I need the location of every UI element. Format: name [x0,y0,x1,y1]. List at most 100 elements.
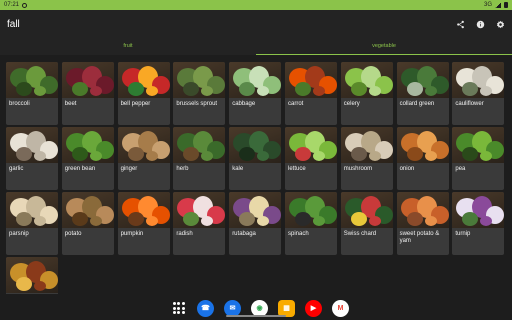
vegetable-label: cabbage [232,101,256,107]
youtube-icon[interactable]: ▶ [305,299,322,317]
vegetable-label: celery [343,101,360,107]
vegetable-label: herb [176,166,189,172]
vegetable-card[interactable]: pumpkin [117,192,170,255]
vegetable-image [396,127,449,163]
vegetable-label: potato [64,231,82,237]
status-time: 07:21 [4,2,20,8]
vegetable-image [117,62,170,98]
tab-fruit[interactable]: fruit [0,38,256,55]
calculator-icon[interactable]: ▦ [278,299,295,317]
vegetable-label: garlic [9,166,24,172]
vegetable-card[interactable]: onion [396,127,449,190]
vegetable-image [173,62,226,98]
vegetable-label: cauliflower [455,101,484,107]
vegetable-card[interactable]: green bean [61,127,114,190]
vegetable-label: parsnip [9,231,29,237]
vegetable-card[interactable]: collard green [396,62,449,125]
vegetable-label: lettuce [287,166,306,172]
messages-icon[interactable]: ✉ [224,299,241,317]
tab-vegetable[interactable]: vegetable [256,38,512,55]
page-title: fall [7,18,20,30]
vegetable-card[interactable]: sweet potato & yam [396,192,449,255]
vegetable-label: sweet potato & yam [399,231,440,244]
vegetable-card[interactable]: celery [340,62,393,125]
vegetable-card[interactable]: cabbage [229,62,282,125]
vegetable-label: turnip [455,231,471,237]
vegetable-card[interactable]: Swiss chard [340,192,393,255]
vegetable-image [340,192,393,228]
vegetable-image [396,192,449,228]
share-icon[interactable] [455,19,465,29]
home-handle[interactable] [226,315,286,317]
vegetable-image [340,127,393,163]
vegetable-image [6,192,58,228]
vegetable-label: kale [232,166,244,172]
vegetable-image [284,192,337,228]
vegetable-card[interactable]: garlic [6,127,58,190]
vegetable-image [61,127,114,163]
vegetable-label: Swiss chard [343,231,377,237]
vegetable-card[interactable]: parsnip [6,192,58,255]
vegetable-card[interactable]: kale [229,127,282,190]
vegetable-label: onion [399,166,415,172]
vegetable-label: beet [64,101,77,107]
gmail-icon[interactable]: M [332,299,349,317]
vegetable-card[interactable]: turnip [452,192,505,255]
vegetable-image [6,127,58,163]
vegetable-image [452,127,505,163]
vegetable-card[interactable]: carrot [284,62,337,125]
vegetable-card[interactable]: herb [173,127,226,190]
apps-icon[interactable] [170,300,187,317]
vegetable-label: collard green [399,101,435,107]
vegetable-label: pea [455,166,466,172]
vegetable-label: brussels sprout [176,101,218,107]
vegetable-label: green bean [64,166,96,172]
battery-icon [504,2,508,8]
vegetable-label: rutabaga [232,231,256,237]
settings-icon[interactable] [495,19,505,29]
vegetable-image [61,192,114,228]
vegetable-card[interactable]: lettuce [284,127,337,190]
vegetable-label: carrot [287,101,304,107]
tab-bar: fruit vegetable [0,38,512,55]
signal-icon [495,2,501,8]
vegetable-card[interactable]: radish [173,192,226,255]
vegetable-card[interactable]: bell pepper [117,62,170,125]
info-icon[interactable] [475,19,485,29]
vegetable-image [117,127,170,163]
vegetable-card[interactable]: pea [452,127,505,190]
network-type: 3G [483,2,492,8]
vegetable-image [452,192,505,228]
vegetable-card[interactable]: beet [61,62,114,125]
vegetable-card[interactable]: spinach [284,192,337,255]
status-bar: 07:21 3G [0,0,512,10]
vegetable-label: pumpkin [120,231,144,237]
vegetable-card[interactable]: potato [61,192,114,255]
vegetable-image [229,62,282,98]
vegetable-image [61,62,114,98]
vegetable-image [452,62,505,98]
vegetable-label: ginger [120,166,138,172]
vegetable-image [6,62,58,98]
vegetable-image [173,192,226,228]
vegetable-grid: broccoli beet bell pepper brussels sprout ca… [6,62,506,320]
vegetable-image [229,192,282,228]
vegetable-card[interactable]: ginger [117,127,170,190]
vegetable-label: spinach [287,231,309,237]
notification-icon [22,2,28,8]
vegetable-image [396,62,449,98]
chrome-icon[interactable]: ◉ [251,299,268,317]
phone-icon[interactable]: ☎ [197,299,214,317]
vegetable-image [340,62,393,98]
vegetable-card[interactable]: rutabaga [229,192,282,255]
vegetable-card[interactable]: brussels sprout [173,62,226,125]
vegetable-card[interactable]: broccoli [6,62,58,125]
vegetable-image [173,127,226,163]
vegetable-card[interactable]: cauliflower [452,62,505,125]
vegetable-image [6,257,58,293]
vegetable-card[interactable]: mushroom [340,127,393,190]
vegetable-label: mushroom [343,166,373,172]
app-bar: fall [0,10,512,38]
vegetable-image [284,62,337,98]
vegetable-label: bell pepper [120,101,151,107]
